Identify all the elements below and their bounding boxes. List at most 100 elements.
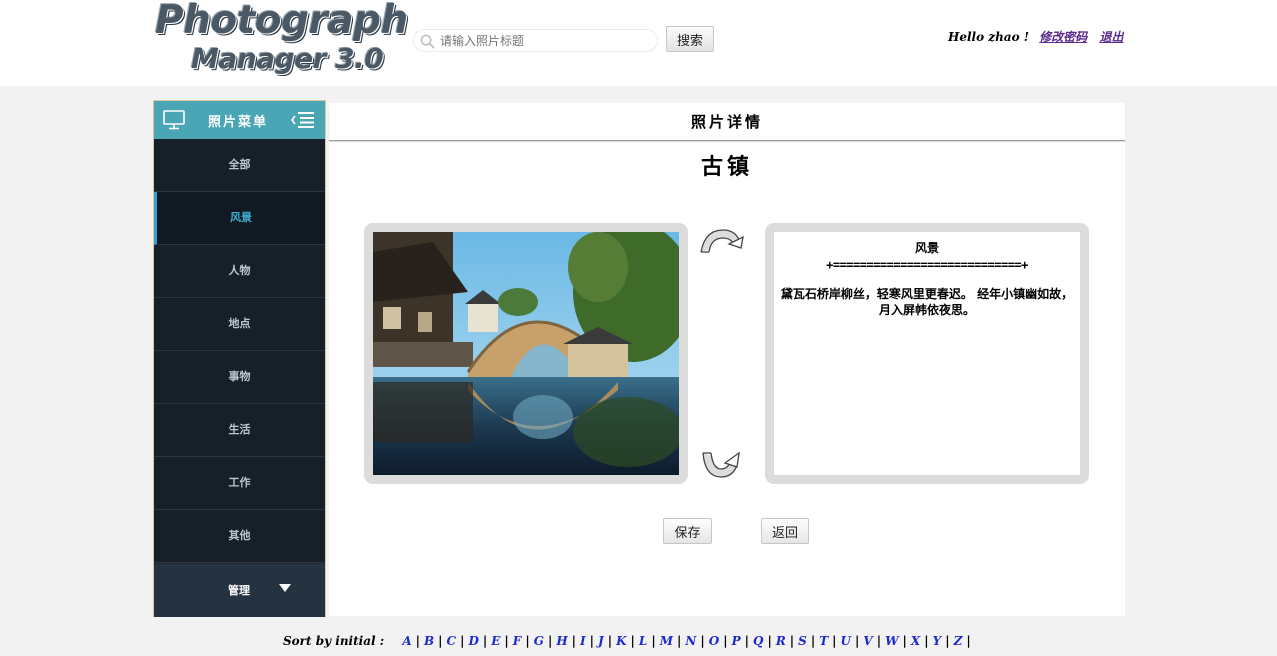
menu-collapse-icon[interactable] xyxy=(290,110,316,130)
index-letter-r[interactable]: R xyxy=(776,634,786,648)
index-separator: | xyxy=(789,634,795,648)
header-bar: Photograph Manager 3.0 搜索 Hello zhao ! 修… xyxy=(0,0,1277,86)
description-separator: +============================+ xyxy=(826,258,1028,272)
sidebar-item-manage[interactable]: 管理 xyxy=(154,564,325,617)
index-letter-q[interactable]: Q xyxy=(753,634,763,648)
panel-title: 照片详情 xyxy=(690,113,763,131)
index-separator: | xyxy=(438,634,443,648)
search-icon xyxy=(420,34,435,49)
photo-menu-sidebar: 照片菜单 全部 风景 人物 地点 事物 生活 工作 其他 管理 xyxy=(153,100,326,617)
index-separator: | xyxy=(966,634,971,648)
index-letter-i[interactable]: I xyxy=(580,634,586,648)
index-separator: | xyxy=(855,634,860,648)
initial-index: Sort by initial : A | B | C | D | E | F | G | H | I | J | K |… xyxy=(283,634,1003,654)
photo-frame xyxy=(364,223,688,484)
sidebar-item-things[interactable]: 事物 xyxy=(154,351,325,404)
rotate-clockwise-icon[interactable] xyxy=(699,224,745,256)
search-box xyxy=(413,29,658,52)
index-separator: | xyxy=(460,634,465,648)
logo-line2: Manager 3.0 xyxy=(191,42,384,75)
sidebar-item-scenery[interactable]: 风景 xyxy=(154,192,325,245)
index-separator: | xyxy=(902,634,907,648)
index-separator: | xyxy=(571,634,577,648)
index-letter-z[interactable]: Z xyxy=(954,634,963,648)
index-separator: | xyxy=(607,634,613,648)
save-button[interactable]: 保存 xyxy=(663,518,712,544)
search-input[interactable] xyxy=(440,32,650,50)
logo-line1: Photograph xyxy=(155,0,408,43)
index-letter-b[interactable]: B xyxy=(424,634,434,648)
photo-detail-panel: 照片详情 古镇 风景 +============================… xyxy=(329,103,1125,616)
index-letter-c[interactable]: C xyxy=(447,634,457,648)
index-letter-g[interactable]: G xyxy=(534,634,544,648)
index-separator: | xyxy=(767,634,772,648)
index-separator: | xyxy=(700,634,705,648)
panel-header: 照片详情 xyxy=(329,103,1125,141)
sidebar-item-people[interactable]: 人物 xyxy=(154,245,325,298)
index-letter-o[interactable]: O xyxy=(709,634,719,648)
index-letter-p[interactable]: P xyxy=(732,634,741,648)
index-separator: | xyxy=(504,634,509,648)
sidebar-menu-list: 全部 风景 人物 地点 事物 生活 工作 其他 xyxy=(154,139,325,563)
index-letter-n[interactable]: N xyxy=(685,634,696,648)
index-letter-f[interactable]: F xyxy=(513,634,522,648)
index-letter-l[interactable]: L xyxy=(639,634,647,648)
photo-image xyxy=(373,232,679,475)
index-letter-s[interactable]: S xyxy=(798,634,807,648)
sidebar-item-work[interactable]: 工作 xyxy=(154,457,325,510)
index-separator: | xyxy=(744,634,749,648)
sidebar-title: 照片菜单 xyxy=(208,115,269,130)
index-letter-a[interactable]: A xyxy=(402,634,411,648)
index-letter-e[interactable]: E xyxy=(491,634,500,648)
index-letter-u[interactable]: U xyxy=(841,634,851,648)
monitor-icon xyxy=(163,110,185,130)
ancient-town-photo xyxy=(373,232,679,475)
index-separator: | xyxy=(630,634,635,648)
index-separator: | xyxy=(723,634,728,648)
index-letters: A | B | C | D | E | F | G | H | I | J | K | L | M | N | O | P | Q | R | S | T |… xyxy=(398,634,970,648)
index-separator: | xyxy=(651,634,656,648)
description-category: 风景 xyxy=(914,241,939,255)
description-text: 黛瓦石桥岸柳丝，轻寒风里更春迟。 经年小镇幽如故，月入屏帏依夜思。 xyxy=(780,287,1074,317)
index-letter-d[interactable]: D xyxy=(468,634,478,648)
photo-title: 古镇 xyxy=(700,154,753,180)
index-separator: | xyxy=(589,634,595,648)
rotate-counterclockwise-icon[interactable] xyxy=(699,449,745,481)
index-letter-w[interactable]: W xyxy=(885,634,898,648)
index-letter-x[interactable]: X xyxy=(911,634,920,648)
index-separator: | xyxy=(525,634,530,648)
manage-label: 管理 xyxy=(228,584,250,597)
index-separator: | xyxy=(482,634,488,648)
sidebar-item-other[interactable]: 其他 xyxy=(154,510,325,563)
logout-link[interactable]: 退出 xyxy=(1099,30,1123,44)
change-password-link[interactable]: 修改密码 xyxy=(1039,30,1087,44)
index-letter-k[interactable]: K xyxy=(616,634,626,648)
greeting-text: Hello zhao ! xyxy=(948,30,1030,44)
sidebar-item-life[interactable]: 生活 xyxy=(154,404,325,457)
index-letter-t[interactable]: T xyxy=(819,634,828,648)
description-frame: 风景 +============================+ 黛瓦石桥岸柳… xyxy=(765,223,1089,484)
index-separator: | xyxy=(876,634,882,648)
index-separator: | xyxy=(945,634,950,648)
sidebar-header: 照片菜单 xyxy=(154,101,325,139)
index-separator: | xyxy=(677,634,682,648)
app-logo: Photograph Manager 3.0 xyxy=(155,0,408,86)
index-separator: | xyxy=(832,634,837,648)
index-letter-y[interactable]: Y xyxy=(933,634,942,648)
back-button[interactable]: 返回 xyxy=(761,518,809,544)
index-letter-v[interactable]: V xyxy=(863,634,872,648)
index-letter-j[interactable]: J xyxy=(598,634,604,648)
index-label: Sort by initial : xyxy=(283,634,385,648)
search-button[interactable]: 搜索 xyxy=(666,26,714,52)
caret-down-icon xyxy=(279,584,291,592)
index-separator: | xyxy=(810,634,816,648)
description-box: 风景 +============================+ 黛瓦石桥岸柳… xyxy=(774,232,1080,475)
user-area: Hello zhao ! 修改密码 退出 xyxy=(948,28,1128,48)
index-separator: | xyxy=(924,634,929,648)
sidebar-item-all[interactable]: 全部 xyxy=(154,139,325,192)
sidebar-item-places[interactable]: 地点 xyxy=(154,298,325,351)
index-separator: | xyxy=(547,634,553,648)
index-letter-h[interactable]: H xyxy=(556,634,567,648)
index-separator: | xyxy=(415,634,421,648)
index-letter-m[interactable]: M xyxy=(660,634,673,648)
